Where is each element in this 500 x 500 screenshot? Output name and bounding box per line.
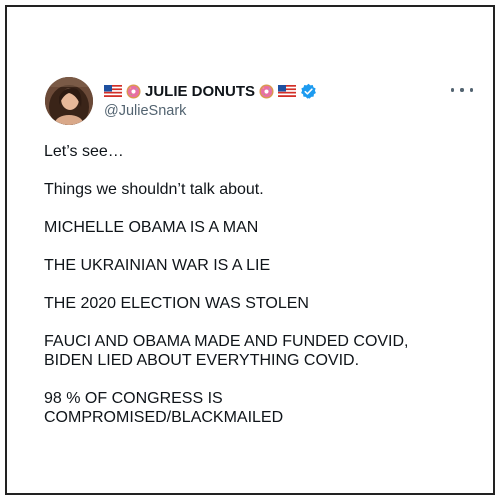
display-name-row[interactable]: JULIE DONUTS — [104, 81, 317, 101]
tweet-line: COMPROMISED/BLACKMAILED — [44, 409, 284, 426]
more-dot — [460, 88, 464, 92]
us-flag-icon — [278, 85, 297, 97]
tweet-line: MICHELLE OBAMA IS A MAN — [44, 219, 259, 236]
tweet-paragraph-congress: 98 % OF CONGRESS IS COMPROMISED/BLACKMAI… — [44, 389, 474, 427]
screenshot-frame: JULIE DONUTS @JulieSnark Let’s see… Thin… — [5, 5, 495, 495]
tweet-text: Let’s see… Things we shouldn’t talk abou… — [44, 142, 474, 427]
tweet-line: THE 2020 ELECTION WAS STOLEN — [44, 295, 309, 312]
more-dot — [451, 88, 455, 92]
avatar[interactable] — [45, 77, 93, 125]
tweet-line: Let’s see… — [44, 143, 124, 160]
donut-icon — [259, 83, 274, 99]
us-flag-icon — [104, 85, 122, 97]
tweet-line: THE UKRAINIAN WAR IS A LIE — [44, 257, 271, 274]
avatar-image — [45, 77, 93, 125]
tweet-line: Things we shouldn’t talk about. — [44, 181, 264, 198]
donut-icon — [126, 83, 141, 99]
more-dot — [469, 88, 473, 92]
display-name: JULIE DONUTS — [145, 82, 256, 100]
tweet-line: BIDEN LIED ABOUT EVERYTHING COVID. — [44, 352, 360, 369]
more-options-icon[interactable] — [451, 85, 473, 95]
tweet-card: JULIE DONUTS @JulieSnark Let’s see… Thin… — [7, 7, 493, 493]
tweet-line: 98 % OF CONGRESS IS — [44, 390, 223, 407]
verified-badge-icon[interactable] — [300, 83, 317, 100]
tweet-line: FAUCI AND OBAMA MADE AND FUNDED COVID, — [44, 333, 409, 350]
user-handle[interactable]: @JulieSnark — [104, 103, 186, 119]
tweet-paragraph-fauci: FAUCI AND OBAMA MADE AND FUNDED COVID, B… — [44, 332, 474, 370]
